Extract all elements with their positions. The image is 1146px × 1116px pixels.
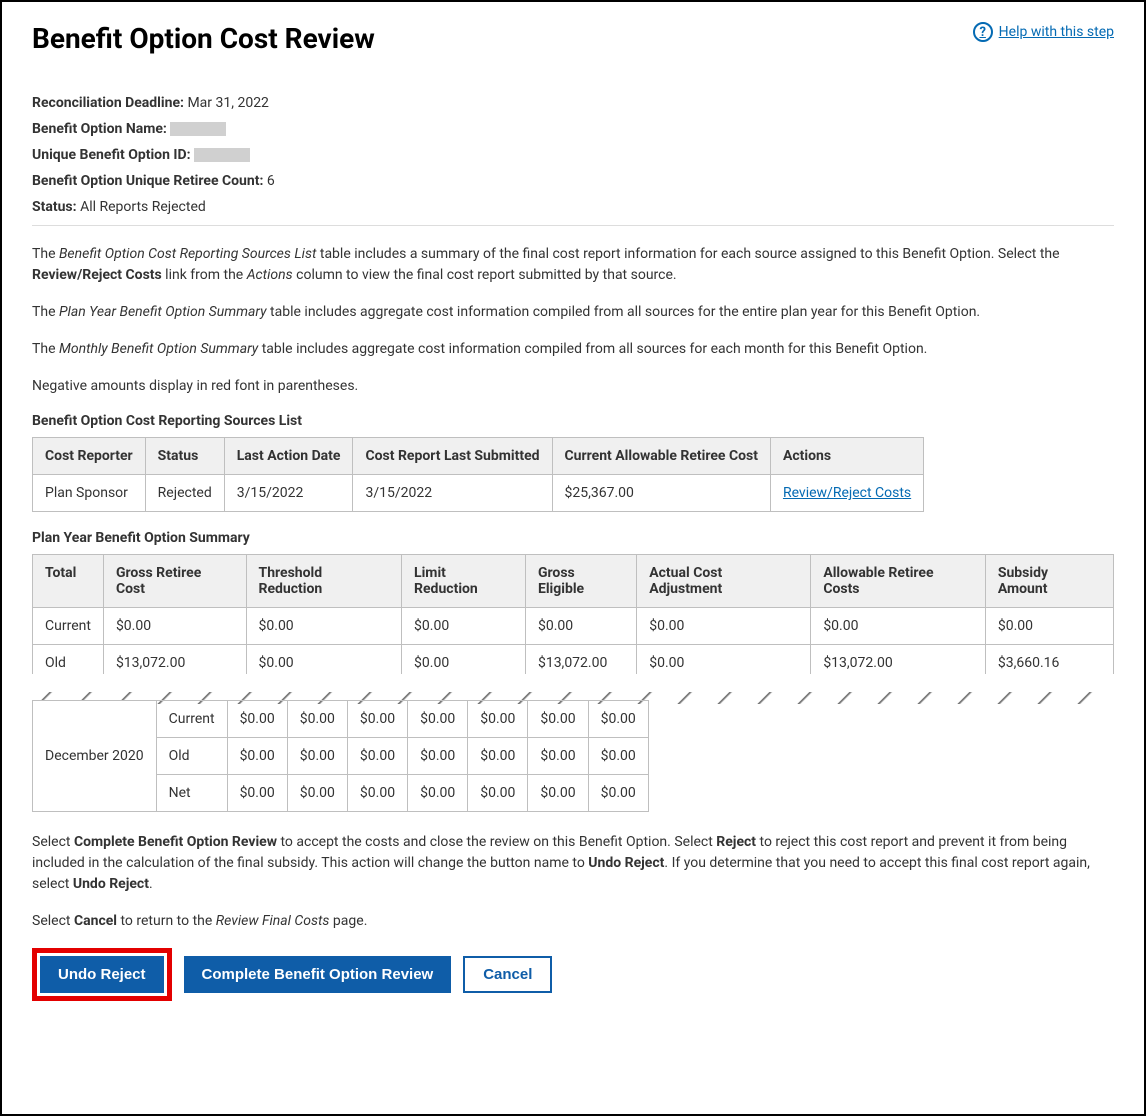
highlight-box: Undo Reject: [32, 948, 172, 1001]
col-allowable: Allowable Retiree Costs: [811, 555, 986, 608]
col-actual-adj: Actual Cost Adjustment: [637, 555, 811, 608]
monthly-table: December 2020 Current $0.00 $0.00 $0.00 …: [32, 700, 649, 812]
table-row: December 2020 Current $0.00 $0.00 $0.00 …: [33, 701, 649, 738]
footer-para-2: Select Cancel to return to the Review Fi…: [32, 911, 1114, 932]
footer-para-1: Select Complete Benefit Option Review to…: [32, 832, 1114, 895]
meta-recon-deadline: Reconciliation Deadline: Mar 31, 2022: [32, 95, 1114, 111]
plan-year-title: Plan Year Benefit Option Summary: [32, 530, 1114, 546]
divider: [32, 225, 1114, 226]
col-total: Total: [33, 555, 104, 608]
sources-table: Cost Reporter Status Last Action Date Co…: [32, 437, 924, 512]
complete-review-button[interactable]: Complete Benefit Option Review: [184, 956, 452, 993]
col-subsidy: Subsidy Amount: [985, 555, 1113, 608]
col-actions: Actions: [770, 438, 923, 475]
meta-option-name: Benefit Option Name:: [32, 121, 1114, 137]
undo-reject-button[interactable]: Undo Reject: [40, 956, 164, 993]
col-cost-reporter: Cost Reporter: [33, 438, 146, 475]
sources-title: Benefit Option Cost Reporting Sources Li…: [32, 413, 1114, 429]
help-icon: ?: [973, 22, 993, 42]
col-threshold: Threshold Reduction: [246, 555, 402, 608]
col-gross-eligible: Gross Eligible: [525, 555, 636, 608]
month-label: December 2020: [33, 701, 157, 812]
col-status: Status: [145, 438, 224, 475]
table-row: Plan Sponsor Rejected 3/15/2022 3/15/202…: [33, 475, 924, 512]
cancel-button[interactable]: Cancel: [463, 956, 552, 993]
intro-para-3: The Monthly Benefit Option Summary table…: [32, 339, 1114, 360]
plan-year-table: Total Gross Retiree Cost Threshold Reduc…: [32, 554, 1114, 682]
col-last-action: Last Action Date: [224, 438, 353, 475]
col-limit: Limit Reduction: [402, 555, 526, 608]
meta-retiree-count: Benefit Option Unique Retiree Count: 6: [32, 173, 1114, 189]
intro-para-1: The Benefit Option Cost Reporting Source…: [32, 244, 1114, 286]
intro-para-2: The Plan Year Benefit Option Summary tab…: [32, 302, 1114, 323]
page-title: Benefit Option Cost Review: [32, 22, 375, 55]
col-gross-retiree: Gross Retiree Cost: [103, 555, 246, 608]
help-link-label: Help with this step: [999, 24, 1114, 40]
help-link[interactable]: ? Help with this step: [973, 22, 1114, 42]
meta-status: Status: All Reports Rejected: [32, 199, 1114, 215]
col-allowable-cost: Current Allowable Retiree Cost: [552, 438, 770, 475]
review-reject-link[interactable]: Review/Reject Costs: [783, 485, 911, 501]
col-last-submitted: Cost Report Last Submitted: [353, 438, 552, 475]
meta-option-id: Unique Benefit Option ID:: [32, 147, 1114, 163]
intro-para-4: Negative amounts display in red font in …: [32, 376, 1114, 397]
table-row: Current $0.00 $0.00 $0.00 $0.00 $0.00 $0…: [33, 608, 1114, 645]
